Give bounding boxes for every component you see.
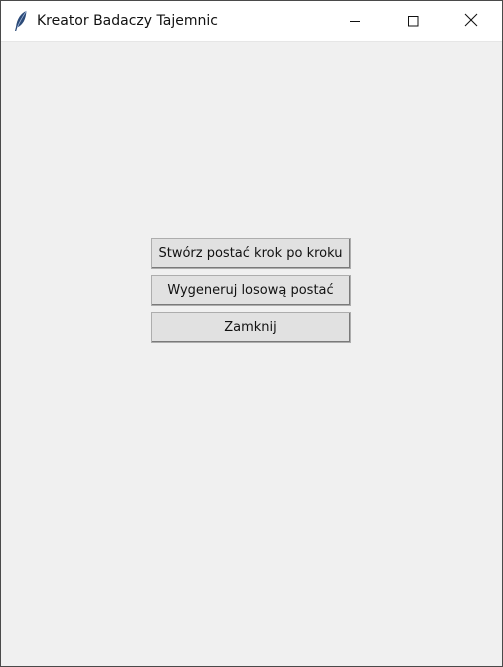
create-step-by-step-button[interactable]: Stwórz postać krok po kroku (151, 238, 351, 269)
maximize-icon (407, 12, 419, 31)
maximize-button[interactable] (384, 1, 442, 41)
minimize-icon (349, 12, 361, 31)
feather-icon (13, 10, 29, 32)
app-window: Kreator Badaczy Tajemnic Stwórz postać k… (0, 0, 503, 667)
generate-random-button[interactable]: Wygeneruj losową postać (151, 275, 351, 306)
main-content: Stwórz postać krok po kroku Wygeneruj lo… (1, 42, 502, 666)
window-title: Kreator Badaczy Tajemnic (37, 13, 218, 29)
minimize-button[interactable] (326, 1, 384, 41)
close-icon (464, 12, 478, 31)
close-button[interactable]: Zamknij (151, 312, 351, 343)
close-window-button[interactable] (442, 1, 500, 41)
title-bar[interactable]: Kreator Badaczy Tajemnic (1, 1, 502, 42)
